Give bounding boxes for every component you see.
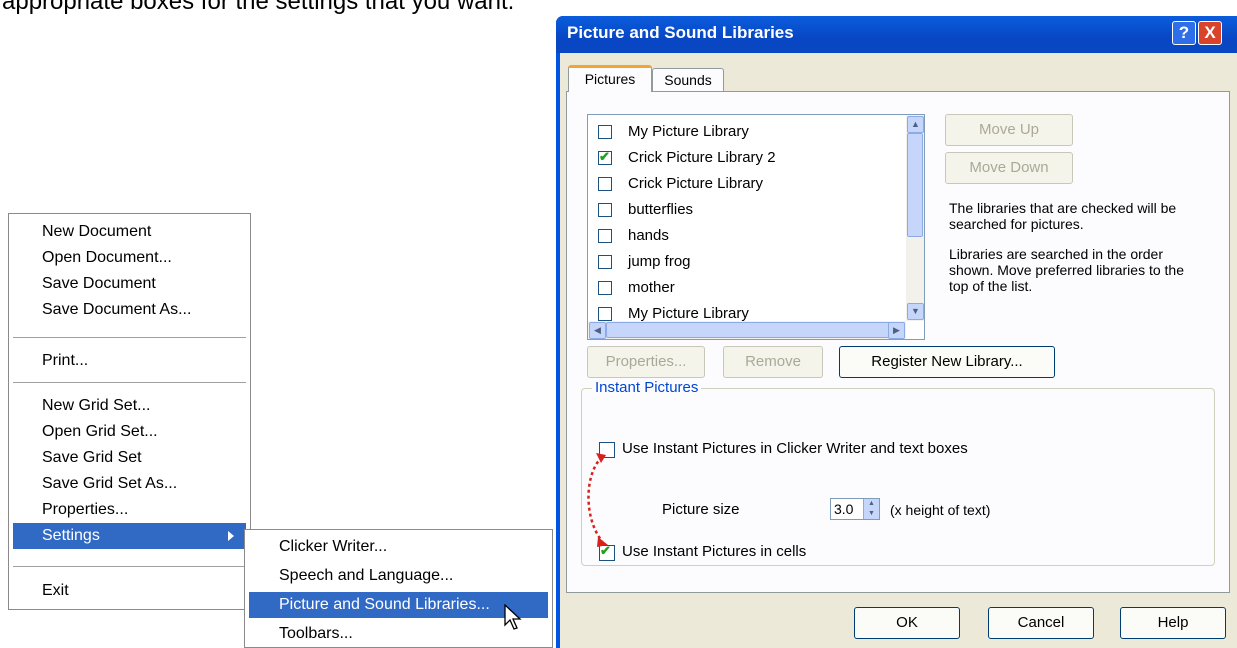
menu-item-open-grid-set[interactable]: Open Grid Set...: [13, 419, 246, 445]
library-label: jump frog: [628, 253, 691, 270]
scroll-right-icon[interactable]: ▶: [888, 322, 905, 339]
help-button[interactable]: Help: [1120, 607, 1226, 639]
file-menu: New Document Open Document... Save Docum…: [8, 213, 251, 610]
picture-size-stepper[interactable]: 3.0 ▲ ▼: [830, 498, 880, 520]
menu-item-new-grid-set[interactable]: New Grid Set...: [13, 393, 246, 419]
help-icon[interactable]: ?: [1172, 21, 1196, 45]
red-dotted-arrow-icon: [587, 453, 608, 547]
library-checkbox[interactable]: [598, 203, 612, 217]
instant-pictures-group: Instant Pictures Use Instant Pictures in…: [581, 379, 1215, 566]
settings-submenu: Clicker Writer... Speech and Language...…: [244, 529, 553, 648]
info-checked-text: The libraries that are checked will be s…: [949, 200, 1177, 232]
library-checkbox[interactable]: [598, 229, 612, 243]
scroll-left-icon[interactable]: ◀: [589, 322, 606, 339]
use-instant-writer-label: Use Instant Pictures in Clicker Writer a…: [622, 440, 968, 457]
close-icon[interactable]: X: [1198, 21, 1222, 45]
menu-separator: [13, 566, 246, 567]
menu-item-settings[interactable]: Settings: [13, 523, 246, 549]
spin-up-icon[interactable]: ▲: [863, 499, 879, 509]
ok-button[interactable]: OK: [854, 607, 960, 639]
library-label: hands: [628, 227, 669, 244]
library-checkbox[interactable]: [598, 281, 612, 295]
submenu-item-speech-and-language[interactable]: Speech and Language...: [249, 563, 548, 589]
library-checkbox[interactable]: ✔: [598, 149, 612, 165]
remove-button[interactable]: Remove: [723, 346, 823, 378]
register-new-library-button[interactable]: Register New Library...: [839, 346, 1055, 378]
picture-size-value: 3.0: [834, 501, 854, 517]
menu-separator: [13, 382, 246, 383]
menu-item-save-grid-set-as[interactable]: Save Grid Set As...: [13, 471, 246, 497]
properties-button[interactable]: Properties...: [587, 346, 705, 378]
library-list[interactable]: My Picture Library ✔ Crick Picture Libra…: [587, 114, 925, 340]
check-icon: ✔: [599, 149, 610, 164]
submenu-item-clicker-writer[interactable]: Clicker Writer...: [249, 534, 548, 560]
picture-size-unit: (x height of text): [890, 502, 991, 518]
menu-item-properties[interactable]: Properties...: [13, 497, 246, 523]
menu-item-save-document[interactable]: Save Document: [13, 271, 246, 297]
menu-item-exit[interactable]: Exit: [13, 578, 246, 604]
library-label: My Picture Library: [628, 123, 749, 140]
menu-item-save-grid-set[interactable]: Save Grid Set: [13, 445, 246, 471]
scroll-up-icon[interactable]: ▲: [907, 116, 924, 133]
library-label: mother: [628, 279, 675, 296]
horizontal-scrollbar[interactable]: ◀ ▶: [588, 321, 906, 339]
info-order-text: Libraries are searched in the order show…: [949, 246, 1184, 294]
menu-item-print[interactable]: Print...: [13, 348, 246, 374]
move-up-button[interactable]: Move Up: [945, 114, 1073, 146]
library-label: butterflies: [628, 201, 694, 218]
library-label: Crick Picture Library 2: [628, 149, 776, 166]
submenu-arrow-icon: [228, 531, 234, 541]
spin-down-icon[interactable]: ▼: [863, 509, 879, 519]
dialog-titlebar[interactable]: Picture and Sound Libraries ? X: [556, 16, 1237, 53]
use-instant-cells-label: Use Instant Pictures in cells: [622, 543, 807, 560]
tab-pictures[interactable]: Pictures: [568, 65, 652, 92]
cancel-button[interactable]: Cancel: [988, 607, 1094, 639]
mouse-cursor-icon: [504, 604, 522, 630]
menu-separator: [13, 337, 246, 338]
library-label: Crick Picture Library: [628, 175, 764, 192]
move-down-button[interactable]: Move Down: [945, 152, 1073, 184]
vertical-scrollbar[interactable]: ▲ ▼: [906, 115, 924, 321]
menu-item-save-document-as[interactable]: Save Document As...: [13, 297, 246, 323]
dialog-client-area: Pictures Sounds My Picture Library ✔ Cri…: [560, 53, 1237, 648]
library-checkbox[interactable]: [598, 255, 612, 269]
scroll-thumb[interactable]: [907, 133, 923, 237]
library-checkbox[interactable]: [598, 125, 612, 139]
library-checkbox[interactable]: [598, 307, 612, 321]
picture-sound-libraries-dialog: Picture and Sound Libraries ? X Pictures…: [556, 16, 1237, 648]
instruction-caption: appropriate boxes for the settings that …: [2, 0, 515, 15]
library-checkbox[interactable]: [598, 177, 612, 191]
instant-pictures-legend: Instant Pictures: [592, 379, 702, 396]
menu-item-open-document[interactable]: Open Document...: [13, 245, 246, 271]
dialog-title: Picture and Sound Libraries: [567, 23, 794, 42]
tab-sounds[interactable]: Sounds: [652, 68, 724, 92]
menu-item-settings-label: Settings: [42, 527, 100, 544]
scroll-thumb[interactable]: [606, 322, 905, 338]
menu-item-new-document[interactable]: New Document: [13, 219, 246, 245]
scroll-down-icon[interactable]: ▼: [907, 303, 924, 320]
picture-size-label: Picture size: [662, 501, 740, 518]
pictures-tab-panel: My Picture Library ✔ Crick Picture Libra…: [566, 91, 1230, 593]
